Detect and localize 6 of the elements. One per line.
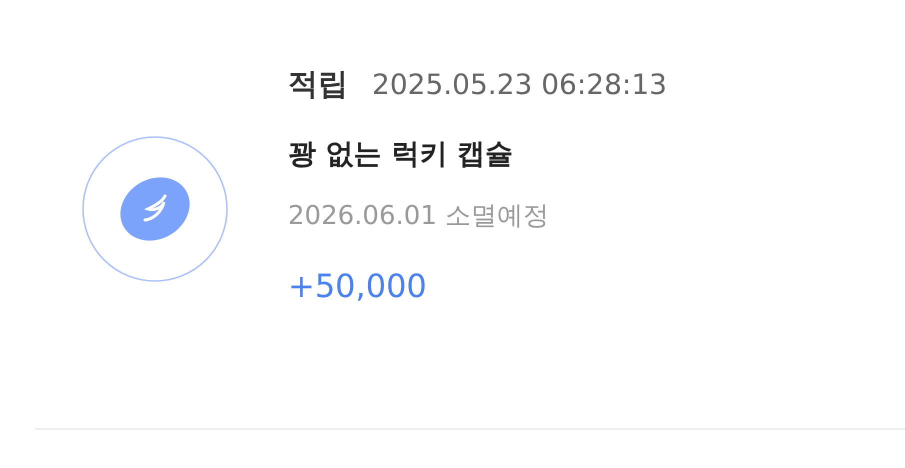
expiry-date: 2026.06.01 소멸예정 [288,200,550,233]
transaction-type: 적립 [288,66,348,104]
capsule-icon [82,136,228,282]
item-name: 꽝 없는 럭키 캡슐 [288,136,514,172]
points-amount: +50,000 [288,266,428,307]
transaction-datetime: 2025.05.23 06:28:13 [372,67,667,103]
